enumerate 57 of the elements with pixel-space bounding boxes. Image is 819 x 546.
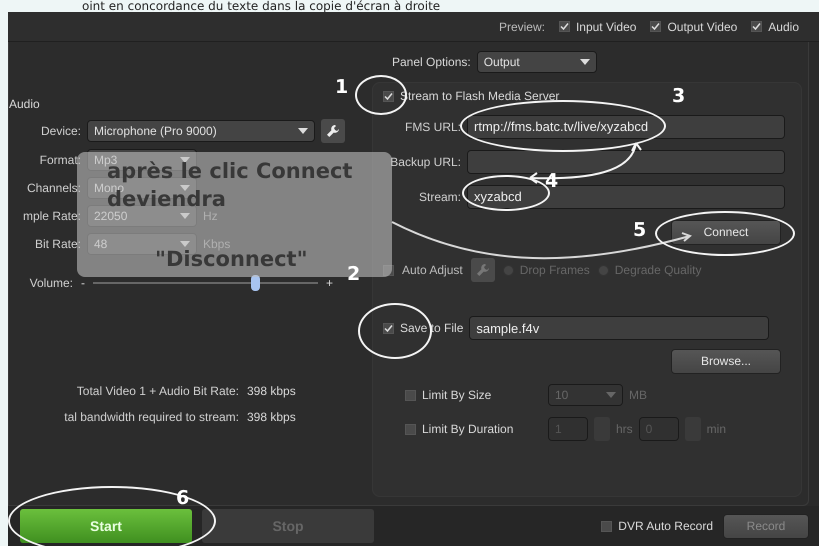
caret-icon (180, 213, 190, 219)
total-label: Total Video 1 + Audio Bit Rate: (76, 384, 239, 398)
preview-option: Output Video (667, 20, 738, 34)
step-number: 3 (672, 86, 686, 106)
file-name-field[interactable]: sample.f4v (469, 316, 770, 340)
field-label: Volume: (28, 276, 73, 290)
caret-icon (180, 157, 190, 163)
field-label: Device: (40, 124, 81, 138)
field-label: Channels: (26, 181, 81, 195)
field-label: Bit Rate: (34, 237, 81, 251)
checkbox[interactable] (383, 90, 394, 102)
caret-icon (180, 185, 190, 191)
text-field[interactable]: rtmp://fms.batc.tv/live/xyzabcd (467, 114, 785, 138)
panel-options-select[interactable]: Output (476, 51, 597, 73)
field-label: Panel Options: (392, 55, 471, 69)
section-title: Audio (9, 97, 40, 111)
start-button[interactable]: Start (20, 509, 192, 543)
checkbox[interactable] (405, 390, 416, 400)
field-label: mple Rate: (22, 209, 81, 223)
checkbox-label: Auto Adjust (402, 263, 463, 277)
step-number: 1 (335, 77, 348, 97)
checkbox[interactable] (650, 21, 662, 32)
record-button[interactable]: Record (723, 514, 809, 538)
select-field[interactable]: 22050 (87, 205, 197, 227)
checkbox-label: DVR Auto Record (618, 519, 713, 533)
caret-icon (298, 128, 308, 134)
field-label: Stream: (418, 190, 461, 204)
checkbox[interactable] (751, 21, 762, 32)
total-value: 398 kbps (247, 384, 296, 398)
checkbox[interactable] (601, 520, 612, 532)
checkbox-label: Limit By Duration (422, 422, 514, 436)
step-number: 5 (633, 220, 646, 240)
wrench-icon[interactable] (321, 119, 345, 143)
total-label: tal bandwidth required to stream: (63, 410, 239, 424)
caret-icon (580, 59, 590, 65)
checkbox[interactable] (405, 424, 416, 434)
total-value: 398 kbps (247, 410, 296, 424)
minus-label: - (81, 276, 85, 290)
preview-option: Input Video (576, 20, 636, 34)
checkbox[interactable] (558, 21, 570, 32)
connect-button[interactable]: Connect (671, 220, 781, 244)
preview-option: Audio (768, 20, 799, 34)
text-field[interactable] (467, 150, 785, 174)
browse-button[interactable]: Browse... (671, 348, 781, 374)
caret-icon (606, 392, 616, 398)
plus-label: + (326, 276, 334, 290)
device-select[interactable]: Microphone (Pro 9000) (87, 120, 315, 142)
checkbox[interactable] (383, 322, 394, 334)
checkbox-label: Limit By Size (422, 388, 492, 402)
field-label: Backup URL: (389, 154, 461, 168)
field-label: Format: (38, 153, 81, 167)
caret-icon (180, 241, 190, 247)
field-label: FMS URL: (404, 120, 461, 134)
caption-text: oint en concordance du texte dans la copie d'écran à droite (82, 0, 440, 13)
checkbox[interactable] (383, 264, 394, 276)
slider-thumb[interactable] (251, 275, 260, 291)
preview-label: Preview: (498, 20, 545, 34)
